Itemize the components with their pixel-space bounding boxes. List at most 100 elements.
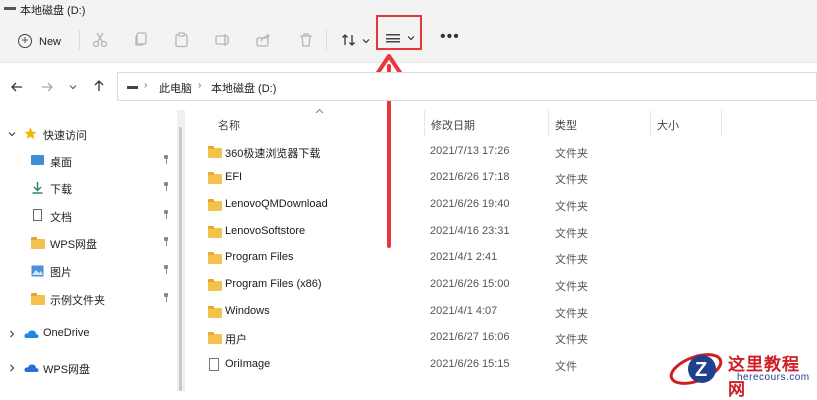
column-divider[interactable] <box>721 110 722 136</box>
file-row[interactable]: 用户 2021/6/27 16:06 文件夹 <box>200 325 817 351</box>
file-name: OriImage <box>225 358 271 370</box>
cut-button[interactable] <box>86 26 114 54</box>
folder-icon <box>208 252 222 264</box>
nav-onedrive[interactable]: OneDrive <box>0 323 176 345</box>
new-label: New <box>39 36 62 48</box>
nav-label: OneDrive <box>43 327 90 339</box>
rename-button[interactable] <box>209 26 237 54</box>
file-type: 文件夹 <box>555 334 588 346</box>
nav-item-downloads[interactable]: 下载 <box>0 177 176 199</box>
rename-icon <box>215 34 229 46</box>
window-title: 本地磁盘 (D:) <box>20 5 86 17</box>
forward-arrow-icon[interactable] <box>40 80 54 94</box>
file-name: LenovoQMDownload <box>225 198 328 210</box>
file-row[interactable]: 360极速浏览器下载 2021/7/13 17:26 文件夹 <box>200 139 817 165</box>
file-name: LenovoSoftstore <box>225 225 306 237</box>
paste-icon <box>175 32 188 48</box>
file-row[interactable]: LenovoQMDownload 2021/6/26 19:40 文件夹 <box>200 192 817 218</box>
pin-icon <box>163 265 169 274</box>
column-header-date[interactable]: 修改日期 <box>431 117 475 133</box>
folder-icon <box>208 226 222 238</box>
breadcrumb-this-pc[interactable]: 此电脑 <box>159 80 192 96</box>
chevron-right-icon <box>10 364 15 372</box>
sort-ascending-icon <box>315 108 324 114</box>
drive-icon <box>4 7 16 10</box>
folder-icon <box>208 306 222 318</box>
nav-item-sample-folder[interactable]: 示例文件夹 <box>0 288 176 310</box>
nav-label: 下载 <box>50 184 72 196</box>
column-header-name[interactable]: 名称 <box>218 117 240 133</box>
file-row[interactable]: Windows 2021/4/1 4:07 文件夹 <box>200 299 817 325</box>
delete-icon <box>300 33 312 47</box>
file-type: 文件夹 <box>555 148 588 160</box>
breadcrumb-separator[interactable]: › <box>198 80 201 91</box>
folder-icon <box>208 279 222 291</box>
file-row[interactable]: LenovoSoftstore 2021/4/16 23:31 文件夹 <box>200 219 817 245</box>
nav-item-wps[interactable]: WPS网盘 <box>0 232 176 254</box>
file-type: 文件夹 <box>555 201 588 213</box>
file-row[interactable]: EFI 2021/6/26 17:18 文件夹 <box>200 165 817 191</box>
back-arrow-icon[interactable] <box>10 80 24 94</box>
breadcrumb-separator[interactable]: › <box>144 80 147 91</box>
copy-button[interactable] <box>127 26 155 54</box>
svg-text:Z: Z <box>695 359 707 381</box>
file-icon <box>209 358 219 371</box>
file-date: 2021/4/16 23:31 <box>430 225 510 237</box>
copy-icon <box>135 32 147 46</box>
view-highlight-box <box>376 15 422 50</box>
nav-quick-access[interactable]: 快速访问 <box>0 123 176 145</box>
up-arrow-icon[interactable] <box>92 79 106 93</box>
watermark-logo: Z <box>669 353 723 385</box>
column-header-size[interactable]: 大小 <box>657 117 679 133</box>
pin-icon <box>163 210 169 219</box>
sort-button[interactable] <box>336 26 372 54</box>
file-date: 2021/6/26 15:15 <box>430 358 510 370</box>
file-date: 2021/6/26 17:18 <box>430 171 510 183</box>
column-header-type[interactable]: 类型 <box>555 117 577 133</box>
nav-wps-cloud[interactable]: WPS网盘 <box>0 357 176 379</box>
file-name: 用户 <box>225 334 247 346</box>
pin-icon <box>163 237 169 246</box>
sort-icon <box>342 34 355 46</box>
view-button[interactable] <box>376 15 422 50</box>
nav-label: 快速访问 <box>43 130 87 142</box>
folder-icon <box>208 332 222 344</box>
plus-icon: + <box>18 34 32 48</box>
nav-item-pictures[interactable]: 图片 <box>0 260 176 282</box>
share-icon <box>256 33 270 47</box>
column-divider[interactable] <box>548 110 549 136</box>
nav-label: 文档 <box>50 212 72 224</box>
watermark-url: herecours.com <box>737 372 810 383</box>
file-row[interactable]: Program Files 2021/4/1 2:41 文件夹 <box>200 245 817 271</box>
nav-label: WPS网盘 <box>43 364 91 376</box>
nav-label: 示例文件夹 <box>50 295 105 307</box>
file-type: 文件 <box>555 361 577 373</box>
file-name: 360极速浏览器下载 <box>225 148 321 160</box>
new-button[interactable]: + New <box>12 24 72 56</box>
paste-button[interactable] <box>168 26 196 54</box>
nav-item-desktop[interactable]: 桌面 <box>0 150 176 172</box>
file-date: 2021/4/1 2:41 <box>430 251 498 263</box>
nav-item-documents[interactable]: 文档 <box>0 205 176 227</box>
column-divider[interactable] <box>424 110 425 136</box>
file-name: Program Files (x86) <box>225 278 322 290</box>
folder-icon <box>208 199 222 211</box>
file-date: 2021/6/26 19:40 <box>430 198 510 210</box>
share-button[interactable] <box>250 26 278 54</box>
chevron-right-icon <box>10 330 15 338</box>
file-row[interactable]: Program Files (x86) 2021/6/26 15:00 文件夹 <box>200 272 817 298</box>
file-type: 文件夹 <box>555 308 588 320</box>
delete-button[interactable] <box>292 26 320 54</box>
toolbar-divider <box>79 30 80 50</box>
file-type: 文件夹 <box>555 254 588 266</box>
cloud-icon <box>24 330 39 338</box>
picture-icon <box>31 265 44 277</box>
breadcrumb-local-disk[interactable]: 本地磁盘 (D:) <box>211 80 276 96</box>
nav-scrollbar-thumb[interactable] <box>179 127 182 391</box>
column-divider[interactable] <box>650 110 651 136</box>
file-row[interactable]: OriImage 2021/6/26 15:15 文件 <box>200 352 817 378</box>
recent-locations-chevron-icon[interactable] <box>69 83 77 91</box>
toolbar-divider <box>326 30 327 50</box>
folder-icon <box>31 293 45 305</box>
more-options-button[interactable]: ••• <box>440 28 460 46</box>
